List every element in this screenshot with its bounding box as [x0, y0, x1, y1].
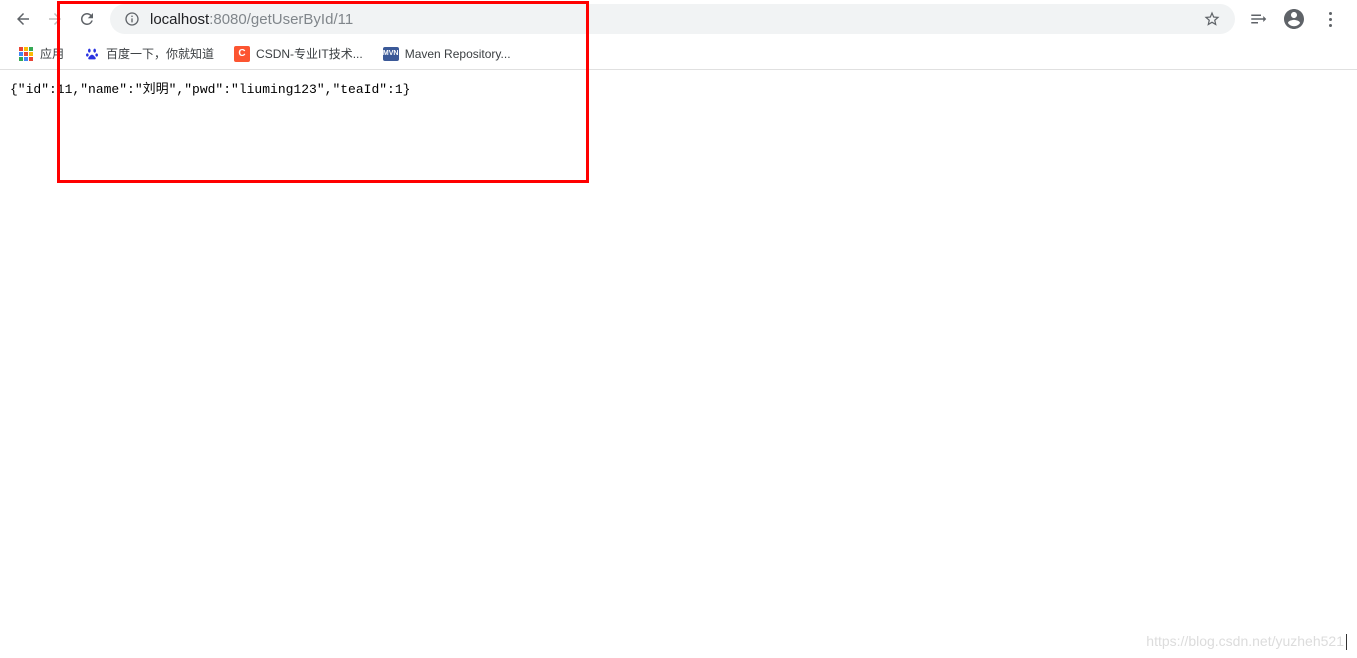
user-avatar-icon	[1282, 7, 1306, 31]
bookmark-csdn[interactable]: C CSDN-专业IT技术...	[226, 41, 371, 66]
bookmark-baidu[interactable]: 百度一下，你就知道	[76, 41, 222, 66]
csdn-icon: C	[234, 46, 250, 62]
baidu-icon	[84, 46, 100, 62]
star-icon	[1203, 10, 1221, 28]
address-bar[interactable]: localhost:8080/getUserById/11	[110, 4, 1235, 34]
arrow-left-icon	[14, 10, 32, 28]
bookmark-label: 百度一下，你就知道	[106, 45, 214, 62]
back-button[interactable]	[8, 4, 38, 34]
arrow-right-icon	[46, 10, 64, 28]
menu-button[interactable]	[1315, 4, 1345, 34]
toolbar-right-controls	[1243, 4, 1349, 34]
watermark-text: https://blog.csdn.net/yuzheh521	[1146, 633, 1347, 650]
reading-list-button[interactable]	[1243, 4, 1273, 34]
reading-list-icon	[1249, 10, 1267, 28]
apps-grid-icon	[18, 46, 34, 62]
url-path: :8080/getUserById/11	[209, 11, 353, 28]
apps-shortcut[interactable]: 应用	[10, 41, 72, 66]
bookmark-label: CSDN-专业IT技术...	[256, 45, 363, 62]
url-text: localhost:8080/getUserById/11	[150, 11, 1193, 28]
page-body-json: {"id":11,"name":"刘明","pwd":"liuming123",…	[0, 70, 1357, 105]
kebab-menu-icon	[1329, 12, 1332, 27]
url-host: localhost	[150, 11, 209, 28]
site-info-icon[interactable]	[124, 11, 140, 27]
profile-button[interactable]	[1279, 4, 1309, 34]
bookmarks-bar: 应用 百度一下，你就知道 C CSDN-专业IT技术... MVN Maven …	[0, 38, 1357, 70]
bookmark-label: Maven Repository...	[405, 47, 511, 61]
maven-icon: MVN	[383, 47, 399, 61]
forward-button	[40, 4, 70, 34]
browser-toolbar: localhost:8080/getUserById/11	[0, 0, 1357, 38]
reload-button[interactable]	[72, 4, 102, 34]
bookmark-maven[interactable]: MVN Maven Repository...	[375, 43, 519, 65]
apps-label: 应用	[40, 45, 64, 62]
reload-icon	[78, 10, 96, 28]
bookmark-star-button[interactable]	[1203, 10, 1221, 28]
